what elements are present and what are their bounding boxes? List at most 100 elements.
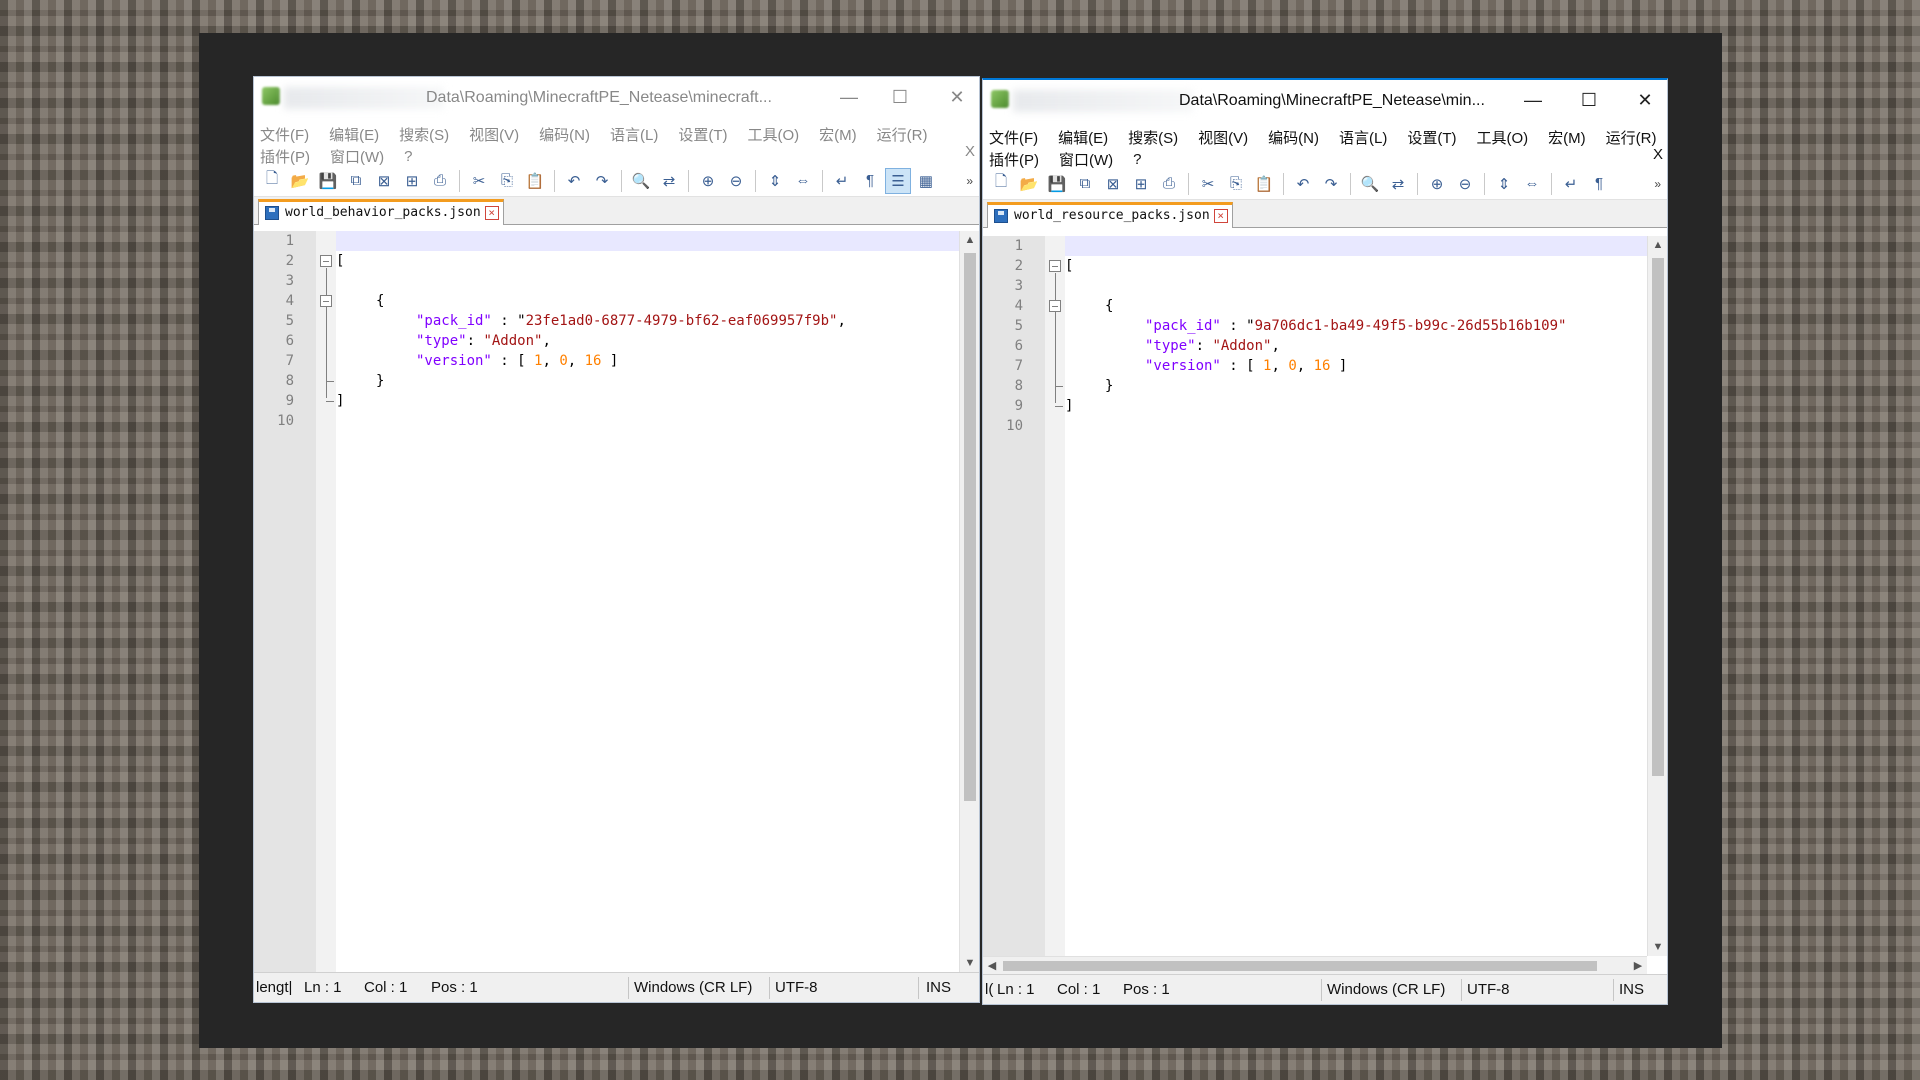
print-icon[interactable]: ⎙ [1157,172,1181,196]
menu-view[interactable]: 视图(V) [469,124,519,145]
undo-icon[interactable]: ↶ [562,169,586,193]
scrollbar-thumb[interactable] [1003,961,1597,971]
save-all-icon[interactable]: ⧉ [1073,172,1097,196]
sync-horizontal-icon[interactable]: ⇔ [1520,172,1544,196]
show-all-chars-icon[interactable]: ¶ [1587,172,1611,196]
copy-icon[interactable]: ⎘ [1224,172,1248,196]
tab-close-icon[interactable]: × [1213,209,1228,223]
find-icon[interactable]: 🔍 [629,169,653,193]
menu-language[interactable]: 语言(L) [610,124,658,145]
indent-guide-icon[interactable]: ☰ [885,167,911,194]
menu-run[interactable]: 运行(R) [1606,127,1657,148]
zoom-out-icon[interactable]: ⊖ [724,169,748,193]
close-icon[interactable]: ⊠ [1101,172,1125,196]
redo-icon[interactable]: ↷ [1319,172,1343,196]
menu-settings[interactable]: 设置(T) [1407,127,1456,148]
copy-icon[interactable]: ⎘ [495,169,519,193]
maximize-button[interactable]: ☐ [876,83,924,111]
minimize-button[interactable]: — [825,83,873,111]
open-file-icon[interactable]: 📂 [288,169,312,193]
new-file-icon[interactable]: 🗋 [989,172,1013,196]
scrollbar-thumb[interactable] [1652,258,1664,776]
menu-encoding[interactable]: 编码(N) [1268,127,1319,148]
code-area[interactable]: [ { "pack_id" : "23fe1ad0-6877-4979-bf62… [336,231,959,972]
replace-icon[interactable]: ⇄ [657,169,681,193]
vertical-scrollbar[interactable]: ▲ ▼ [959,231,979,972]
menu-plugins[interactable]: 插件(P) [989,149,1039,170]
new-file-icon[interactable]: 🗋 [260,169,284,193]
menu-search[interactable]: 搜索(S) [399,124,449,145]
print-icon[interactable]: ⎙ [428,169,452,193]
menu-file[interactable]: 文件(F) [989,127,1038,148]
tab-world-behavior-packs[interactable]: world_behavior_packs.json × [258,199,504,225]
paste-icon[interactable]: 📋 [1252,172,1276,196]
doc-map-icon[interactable]: ▦ [914,169,938,193]
menu-search[interactable]: 搜索(S) [1128,127,1178,148]
paste-icon[interactable]: 📋 [523,169,547,193]
redo-icon[interactable]: ↷ [590,169,614,193]
find-icon[interactable]: 🔍 [1358,172,1382,196]
fold-toggle-icon[interactable] [320,295,332,307]
tab-close-icon[interactable]: × [484,206,499,220]
toolbar-overflow-icon[interactable]: » [1654,177,1661,191]
close-window-button[interactable]: ✕ [1621,86,1667,114]
menu-window[interactable]: 窗口(W) [330,146,384,167]
close-all-icon[interactable]: ⊞ [400,169,424,193]
scroll-up-icon[interactable]: ▲ [1648,236,1667,254]
toolbar-overflow-icon[interactable]: » [966,174,973,188]
save-icon[interactable]: 💾 [316,169,340,193]
menu-macro[interactable]: 宏(M) [819,124,857,145]
scroll-left-icon[interactable]: ◀ [983,957,1001,975]
menu-edit[interactable]: 编辑(E) [1058,127,1108,148]
menu-language[interactable]: 语言(L) [1339,127,1387,148]
close-document-button[interactable]: X [965,143,975,160]
scroll-down-icon[interactable]: ▼ [1648,938,1667,956]
minimize-button[interactable]: — [1509,86,1557,114]
scroll-right-icon[interactable]: ▶ [1629,957,1647,975]
menu-run[interactable]: 运行(R) [877,124,928,145]
fold-toggle-icon[interactable] [1049,260,1061,272]
menu-edit[interactable]: 编辑(E) [329,124,379,145]
cut-icon[interactable]: ✂ [1196,172,1220,196]
cut-icon[interactable]: ✂ [467,169,491,193]
close-all-icon[interactable]: ⊞ [1129,172,1153,196]
menu-help[interactable]: ? [404,148,412,165]
vertical-scrollbar[interactable]: ▲ ▼ [1647,236,1667,956]
status-eol[interactable]: Windows (CR LF) [1327,981,1445,998]
code-area[interactable]: [ { "pack_id" : "9a706dc1-ba49-49f5-b99c… [1065,236,1647,956]
zoom-out-icon[interactable]: ⊖ [1453,172,1477,196]
left-code-editor[interactable]: 1 2 3 4 5 6 7 8 9 10 [ { "pack_id" : "23… [254,231,979,972]
menu-tools[interactable]: 工具(O) [747,124,799,145]
fold-toggle-icon[interactable] [1049,300,1061,312]
menu-file[interactable]: 文件(F) [260,124,309,145]
sync-vertical-icon[interactable]: ⇕ [763,169,787,193]
status-encoding[interactable]: UTF-8 [1467,981,1510,998]
maximize-button[interactable]: ☐ [1565,86,1613,114]
show-all-chars-icon[interactable]: ¶ [858,169,882,193]
status-insert-mode[interactable]: INS [1619,981,1644,998]
status-encoding[interactable]: UTF-8 [775,979,818,996]
close-window-button[interactable]: ✕ [933,83,979,111]
close-icon[interactable]: ⊠ [372,169,396,193]
scroll-up-icon[interactable]: ▲ [960,231,979,249]
status-eol[interactable]: Windows (CR LF) [634,979,752,996]
sync-vertical-icon[interactable]: ⇕ [1492,172,1516,196]
scroll-down-icon[interactable]: ▼ [960,954,979,972]
horizontal-scrollbar[interactable]: ◀ ▶ [983,956,1647,974]
scrollbar-thumb[interactable] [964,253,976,801]
status-insert-mode[interactable]: INS [926,979,951,996]
save-all-icon[interactable]: ⧉ [344,169,368,193]
close-document-button[interactable]: X [1653,146,1663,163]
menu-tools[interactable]: 工具(O) [1476,127,1528,148]
sync-horizontal-icon[interactable]: ⇔ [791,169,815,193]
replace-icon[interactable]: ⇄ [1386,172,1410,196]
fold-toggle-icon[interactable] [320,255,332,267]
menu-view[interactable]: 视图(V) [1198,127,1248,148]
undo-icon[interactable]: ↶ [1291,172,1315,196]
menu-settings[interactable]: 设置(T) [678,124,727,145]
tab-world-resource-packs[interactable]: world_resource_packs.json × [987,202,1233,228]
zoom-in-icon[interactable]: ⊕ [696,169,720,193]
menu-help[interactable]: ? [1133,151,1141,168]
save-icon[interactable]: 💾 [1045,172,1069,196]
word-wrap-icon[interactable]: ↵ [830,169,854,193]
